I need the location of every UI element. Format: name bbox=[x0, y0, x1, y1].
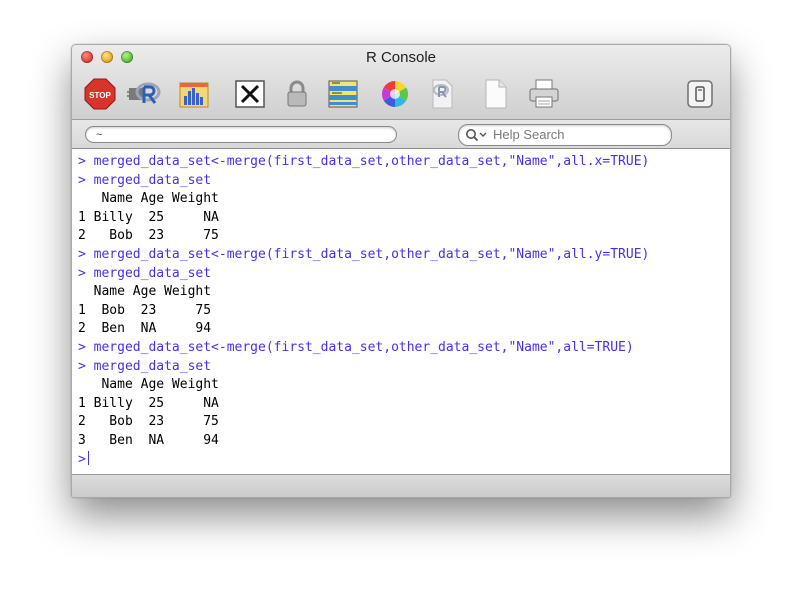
console-output[interactable]: > merged_data_set<-merge(first_data_set,… bbox=[72, 149, 730, 474]
window-title: R Console bbox=[365, 49, 437, 66]
toolbar: STOP bbox=[72, 73, 730, 115]
quartz-graphics-button[interactable] bbox=[176, 77, 212, 111]
authentication-button[interactable] bbox=[279, 77, 315, 111]
table-icon bbox=[328, 80, 358, 108]
bar-chart-icon bbox=[179, 82, 209, 108]
console-input-line: > merged_data_set bbox=[78, 172, 212, 188]
console-prompt: > bbox=[78, 451, 86, 467]
colors-button[interactable] bbox=[377, 77, 413, 111]
blank-document-icon bbox=[485, 79, 507, 109]
console-output-line: 3 Ben NA 94 bbox=[78, 432, 219, 448]
r-document-icon bbox=[432, 79, 453, 109]
stop-button[interactable]: STOP bbox=[82, 77, 118, 111]
titlebar: R Console STOP bbox=[72, 45, 730, 120]
printer-icon bbox=[529, 79, 559, 108]
help-search-input[interactable]: Help Search bbox=[458, 124, 672, 146]
drawer-icon bbox=[687, 80, 713, 108]
search-icon bbox=[466, 129, 487, 142]
source-script-button[interactable] bbox=[126, 77, 162, 111]
r-script-icon bbox=[127, 82, 161, 104]
data-editor-button[interactable] bbox=[325, 77, 361, 111]
console-output-line: 1 Billy 25 NA bbox=[78, 395, 219, 411]
console-output-line: 1 Billy 25 NA bbox=[78, 209, 219, 225]
new-document-button[interactable] bbox=[478, 77, 514, 111]
console-input-line: > merged_data_set<-merge(first_data_set,… bbox=[78, 154, 650, 169]
working-directory-field[interactable]: ~ bbox=[85, 126, 397, 143]
help-search-placeholder: Help Search bbox=[493, 127, 565, 142]
r-console-window: R Console STOP ~ Help Search > merged_da… bbox=[71, 44, 731, 498]
console-output-line: Name Age Weight bbox=[78, 284, 212, 300]
open-document-button[interactable] bbox=[424, 77, 460, 111]
console-input-line: > merged_data_set bbox=[78, 265, 212, 281]
text-cursor bbox=[87, 450, 89, 465]
print-button[interactable] bbox=[526, 77, 562, 111]
console-output-line: 2 Bob 23 75 bbox=[78, 228, 219, 244]
lock-icon bbox=[287, 80, 307, 107]
console-prompt-line[interactable]: > bbox=[78, 450, 730, 470]
console-input-line: > merged_data_set bbox=[78, 358, 212, 374]
console-input-line: > merged_data_set<-merge(first_data_set,… bbox=[78, 246, 650, 262]
x11-icon bbox=[235, 80, 265, 108]
console-output-line: Name Age Weight bbox=[78, 191, 219, 207]
console-output-line: 1 Bob 23 75 bbox=[78, 302, 212, 318]
status-bar bbox=[72, 474, 730, 497]
console-output-line: 2 Bob 23 75 bbox=[78, 414, 219, 430]
console-output-line: Name Age Weight bbox=[78, 377, 219, 393]
toggle-drawer-button[interactable] bbox=[682, 77, 718, 111]
stop-label: STOP bbox=[89, 91, 111, 100]
color-wheel-icon bbox=[381, 80, 409, 108]
x11-button[interactable] bbox=[232, 77, 268, 111]
console-input-line: > merged_data_set<-merge(first_data_set,… bbox=[78, 339, 634, 355]
search-bar: ~ Help Search bbox=[72, 120, 730, 149]
stop-icon: STOP bbox=[84, 78, 116, 110]
console-output-line: 2 Ben NA 94 bbox=[78, 321, 212, 337]
